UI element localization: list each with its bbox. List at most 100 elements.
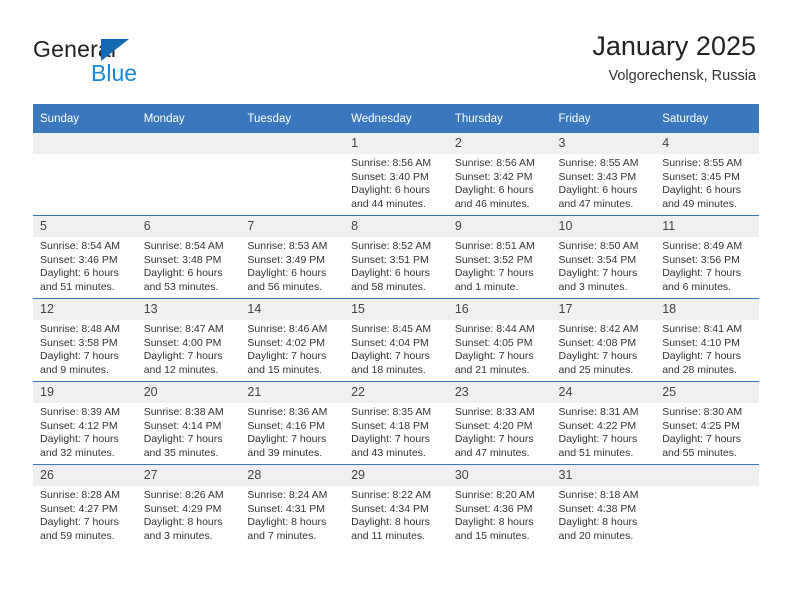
daylight-text-line2: and 15 minutes.: [247, 363, 323, 376]
calendar-week-row: 19 Sunrise: 8:39 AM Sunset: 4:12 PM Dayligh…: [33, 381, 759, 465]
sunset-text: Sunset: 4:38 PM: [558, 502, 637, 515]
calendar-day-cell[interactable]: 6 Sunrise: 8:54 AM Sunset: 3:48 PM Daylight…: [136, 215, 241, 299]
sunset-text: Sunset: 4:08 PM: [558, 336, 637, 349]
day-info: Sunrise: 8:33 AM Sunset: 4:20 PM Daylight:…: [448, 403, 552, 460]
sunset-text: Sunset: 4:27 PM: [40, 502, 118, 515]
day-number: 23: [447, 382, 552, 403]
calendar-day-cell[interactable]: 22 Sunrise: 8:35 AM Sunset: 4:18 PM Dayligh…: [344, 381, 448, 465]
day-number: 19: [33, 382, 137, 403]
calendar-day-cell[interactable]: 26 Sunrise: 8:28 AM Sunset: 4:27 PM Dayligh…: [33, 464, 137, 547]
sunset-text: Sunset: 4:12 PM: [40, 419, 118, 432]
calendar-day-cell[interactable]: 3 Sunrise: 8:55 AM Sunset: 3:43 PM Daylight…: [551, 133, 656, 216]
daylight-text-line1: Daylight: 6 hours: [662, 184, 742, 197]
day-info: Sunrise: 8:50 AM Sunset: 3:54 PM Daylight:…: [552, 237, 656, 294]
sunset-text: Sunset: 4:10 PM: [662, 336, 740, 349]
daylight-text-line1: Daylight: 6 hours: [351, 267, 430, 280]
daylight-text-line2: and 55 minutes.: [662, 446, 737, 459]
sunrise-text: Sunrise: 8:55 AM: [662, 157, 743, 169]
day-info: Sunrise: 8:46 AM Sunset: 4:02 PM Daylight:…: [240, 320, 344, 377]
sunrise-text: Sunrise: 8:42 AM: [558, 323, 639, 335]
calendar-day-cell[interactable]: 18 Sunrise: 8:41 AM Sunset: 4:10 PM Dayligh…: [655, 298, 759, 382]
sunrise-text: Sunrise: 8:50 AM: [558, 240, 639, 252]
calendar-day-cell[interactable]: 14 Sunrise: 8:46 AM Sunset: 4:02 PM Dayligh…: [240, 298, 345, 382]
calendar-day-cell[interactable]: 27 Sunrise: 8:26 AM Sunset: 4:29 PM Dayligh…: [136, 464, 241, 547]
daylight-text-line2: and 15 minutes.: [454, 529, 530, 542]
sunset-text: Sunset: 4:05 PM: [454, 336, 533, 349]
calendar-day-cell-empty: [136, 133, 241, 216]
sunset-text: Sunset: 4:20 PM: [454, 419, 533, 432]
calendar-day-cell[interactable]: 1 Sunrise: 8:56 AM Sunset: 3:40 PM Daylight…: [344, 133, 448, 216]
daylight-text-line1: Daylight: 8 hours: [247, 516, 327, 529]
daylight-text-line1: Daylight: 6 hours: [247, 267, 327, 280]
sunset-text: Sunset: 3:56 PM: [662, 253, 740, 266]
calendar-day-cell[interactable]: 28 Sunrise: 8:24 AM Sunset: 4:31 PM Dayligh…: [240, 464, 345, 547]
calendar-day-cell[interactable]: 31 Sunrise: 8:18 AM Sunset: 4:38 PM Dayligh…: [551, 464, 656, 547]
calendar-day-cell[interactable]: 7 Sunrise: 8:53 AM Sunset: 3:49 PM Daylight…: [240, 215, 345, 299]
day-number: [136, 133, 241, 154]
day-number: 1: [344, 133, 448, 154]
page-header: General Blue January 2025 Volgorechensk,…: [0, 0, 792, 100]
calendar-day-cell[interactable]: 20 Sunrise: 8:38 AM Sunset: 4:14 PM Dayligh…: [136, 381, 241, 465]
sunrise-text: Sunrise: 8:31 AM: [558, 406, 639, 418]
sunset-text: Sunset: 3:43 PM: [558, 170, 637, 183]
sunset-text: Sunset: 3:52 PM: [454, 253, 533, 266]
daylight-text-line1: Daylight: 7 hours: [558, 267, 638, 280]
day-number: 9: [447, 216, 552, 237]
calendar-day-cell[interactable]: 11 Sunrise: 8:49 AM Sunset: 3:56 PM Dayligh…: [655, 215, 759, 299]
sunset-text: Sunset: 3:51 PM: [351, 253, 429, 266]
calendar-day-cell[interactable]: 2 Sunrise: 8:56 AM Sunset: 3:42 PM Daylight…: [447, 133, 552, 216]
sunrise-text: Sunrise: 8:44 AM: [454, 323, 535, 335]
day-info: Sunrise: 8:56 AM Sunset: 3:40 PM Daylight:…: [344, 154, 448, 211]
calendar-day-cell-empty: [655, 464, 759, 547]
brand-logo[interactable]: General Blue: [33, 36, 253, 86]
calendar-day-cell[interactable]: 23 Sunrise: 8:33 AM Sunset: 4:20 PM Dayligh…: [447, 381, 552, 465]
calendar-day-cell[interactable]: 12 Sunrise: 8:48 AM Sunset: 3:58 PM Dayligh…: [33, 298, 137, 382]
daylight-text-line1: Daylight: 7 hours: [40, 433, 119, 446]
daylight-text-line2: and 21 minutes.: [454, 363, 530, 376]
daylight-text-line2: and 39 minutes.: [247, 446, 323, 459]
daylight-text-line1: Daylight: 7 hours: [662, 350, 742, 363]
day-number: 26: [33, 465, 137, 486]
day-info: Sunrise: 8:31 AM Sunset: 4:22 PM Daylight:…: [552, 403, 656, 460]
calendar-day-cell[interactable]: 5 Sunrise: 8:54 AM Sunset: 3:46 PM Daylight…: [33, 215, 137, 299]
daylight-text-line2: and 53 minutes.: [143, 280, 219, 293]
daylight-text-line1: Daylight: 6 hours: [558, 184, 638, 197]
calendar-day-cell[interactable]: 29 Sunrise: 8:22 AM Sunset: 4:34 PM Dayligh…: [344, 464, 448, 547]
calendar-day-cell[interactable]: 15 Sunrise: 8:45 AM Sunset: 4:04 PM Dayligh…: [344, 298, 448, 382]
daylight-text-line1: Daylight: 7 hours: [351, 350, 430, 363]
sunrise-text: Sunrise: 8:33 AM: [454, 406, 535, 418]
sunset-text: Sunset: 4:34 PM: [351, 502, 429, 515]
calendar-day-cell[interactable]: 10 Sunrise: 8:50 AM Sunset: 3:54 PM Dayligh…: [551, 215, 656, 299]
daylight-text-line1: Daylight: 7 hours: [40, 516, 119, 529]
sunrise-text: Sunrise: 8:38 AM: [143, 406, 224, 418]
calendar-day-cell[interactable]: 25 Sunrise: 8:30 AM Sunset: 4:25 PM Dayligh…: [655, 381, 759, 465]
calendar-day-cell[interactable]: 8 Sunrise: 8:52 AM Sunset: 3:51 PM Daylight…: [344, 215, 448, 299]
daylight-text-line2: and 20 minutes.: [558, 529, 634, 542]
day-info: Sunrise: 8:41 AM Sunset: 4:10 PM Daylight:…: [655, 320, 759, 377]
calendar-day-cell[interactable]: 9 Sunrise: 8:51 AM Sunset: 3:52 PM Daylight…: [447, 215, 552, 299]
day-number: 11: [655, 216, 759, 237]
sunrise-text: Sunrise: 8:39 AM: [40, 406, 120, 418]
calendar-day-cell[interactable]: 24 Sunrise: 8:31 AM Sunset: 4:22 PM Dayligh…: [551, 381, 656, 465]
sunset-text: Sunset: 4:31 PM: [247, 502, 326, 515]
calendar-day-cell[interactable]: 13 Sunrise: 8:47 AM Sunset: 4:00 PM Dayligh…: [136, 298, 241, 382]
sunrise-text: Sunrise: 8:51 AM: [454, 240, 535, 252]
daylight-text-line1: Daylight: 7 hours: [40, 350, 119, 363]
day-number: 20: [136, 382, 241, 403]
daylight-text-line2: and 51 minutes.: [558, 446, 634, 459]
sunset-text: Sunset: 4:14 PM: [143, 419, 222, 432]
calendar-day-cell[interactable]: 30 Sunrise: 8:20 AM Sunset: 4:36 PM Dayligh…: [447, 464, 552, 547]
calendar-day-cell[interactable]: 21 Sunrise: 8:36 AM Sunset: 4:16 PM Dayligh…: [240, 381, 345, 465]
calendar-day-cell[interactable]: 19 Sunrise: 8:39 AM Sunset: 4:12 PM Dayligh…: [33, 381, 137, 465]
calendar-day-cell[interactable]: 16 Sunrise: 8:44 AM Sunset: 4:05 PM Dayligh…: [447, 298, 552, 382]
calendar-day-cell[interactable]: 17 Sunrise: 8:42 AM Sunset: 4:08 PM Dayligh…: [551, 298, 656, 382]
daylight-text-line2: and 1 minute.: [454, 280, 519, 293]
day-info: Sunrise: 8:55 AM Sunset: 3:43 PM Daylight:…: [552, 154, 656, 211]
calendar-day-cell[interactable]: 4 Sunrise: 8:55 AM Sunset: 3:45 PM Daylight…: [655, 133, 759, 216]
calendar-page: General Blue January 2025 Volgorechensk,…: [0, 0, 792, 612]
calendar-body: 1 Sunrise: 8:56 AM Sunset: 3:40 PM Daylight…: [33, 133, 759, 547]
daylight-text-line1: Daylight: 7 hours: [143, 350, 223, 363]
day-info: Sunrise: 8:28 AM Sunset: 4:27 PM Daylight:…: [33, 486, 137, 543]
day-number: [655, 465, 759, 486]
sunrise-text: Sunrise: 8:56 AM: [351, 157, 432, 169]
